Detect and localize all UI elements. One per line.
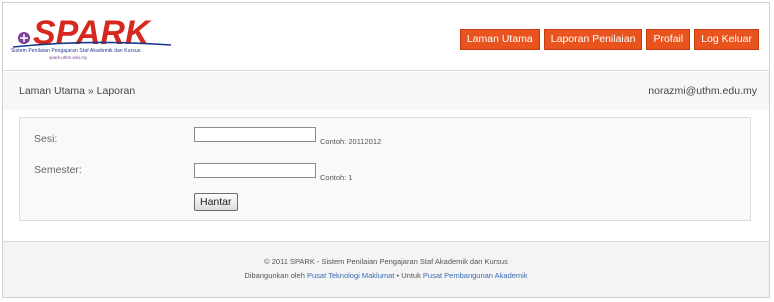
semester-input[interactable] bbox=[194, 163, 316, 178]
semester-hint: Contoh: 1 bbox=[320, 173, 353, 182]
footer: © 2011 SPARK - Sistem Penilaian Pengajar… bbox=[3, 241, 769, 297]
breadcrumb: Laman Utama » Laporan bbox=[19, 85, 135, 97]
logo-wordmark: SPARK bbox=[33, 14, 152, 52]
page-frame: SPARK Sistem Penilaian Pengajaran Staf A… bbox=[2, 2, 770, 298]
footer-copyright: © 2011 SPARK - Sistem Penilaian Pengajar… bbox=[264, 257, 508, 266]
main-nav: Laman Utama Laporan Penilaian Profail Lo… bbox=[459, 29, 759, 50]
sesi-label: Sesi: bbox=[34, 133, 58, 145]
footer-built-by: Dibangunkan oleh bbox=[244, 271, 305, 280]
footer-credits: Dibangunkan oleh Pusat Teknologi Makluma… bbox=[3, 271, 769, 280]
header: SPARK Sistem Penilaian Pengajaran Staf A… bbox=[3, 3, 769, 71]
report-form-panel: Sesi: Contoh: 20112012 Semester: Contoh:… bbox=[19, 117, 751, 221]
semester-label: Semester: bbox=[34, 164, 82, 176]
nav-laporan-penilaian-button[interactable]: Laporan Penilaian bbox=[543, 29, 643, 50]
spark-logo[interactable]: SPARK Sistem Penilaian Pengajaran Staf A… bbox=[9, 11, 177, 65]
nav-log-keluar-button[interactable]: Log Keluar bbox=[694, 29, 759, 50]
nav-profail-button[interactable]: Profail bbox=[646, 29, 691, 50]
spark-logo-graphic: SPARK bbox=[12, 14, 172, 52]
footer-link-ptm[interactable]: Pusat Teknologi Maklumat bbox=[307, 271, 394, 280]
sesi-hint: Contoh: 20112012 bbox=[320, 137, 382, 146]
footer-link-ppa[interactable]: Pusat Pembangunan Akademik bbox=[423, 271, 528, 280]
user-email: norazmi@uthm.edu.my bbox=[648, 85, 757, 97]
breadcrumb-separator: » bbox=[87, 85, 94, 97]
logo-subtitle: Sistem Penilaian Pengajaran Staf Akademi… bbox=[11, 48, 141, 54]
nav-laman-utama-button[interactable]: Laman Utama bbox=[459, 29, 540, 50]
sesi-input[interactable] bbox=[194, 127, 316, 142]
hantar-button[interactable]: Hantar bbox=[194, 193, 238, 211]
breadcrumb-bar: Laman Utama » Laporan norazmi@uthm.edu.m… bbox=[3, 72, 769, 110]
footer-for: Untuk bbox=[401, 271, 421, 280]
breadcrumb-current: Laporan bbox=[96, 85, 136, 97]
logo-url: spark.uthm.edu.my bbox=[49, 55, 88, 60]
breadcrumb-home-link[interactable]: Laman Utama bbox=[19, 85, 85, 97]
footer-bullet: • bbox=[396, 271, 400, 280]
